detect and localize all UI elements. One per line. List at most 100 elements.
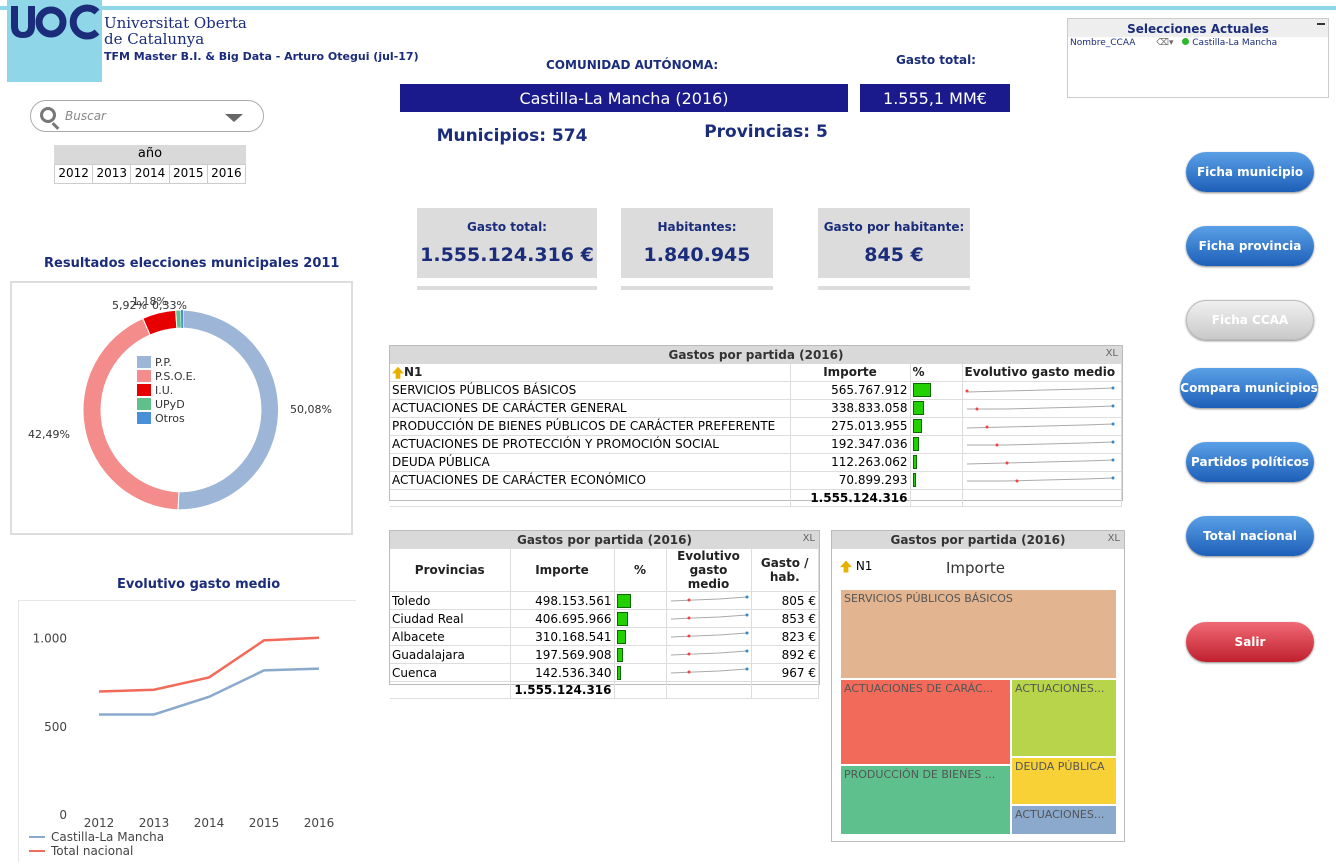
compara-municipios-button[interactable]: Compara municipios: [1180, 368, 1318, 408]
donut-slice-upyd: [175, 309, 182, 329]
comunidad-label: COMUNIDAD AUTÓNOMA:: [546, 58, 719, 72]
uoc-logo-mark: [11, 4, 100, 40]
x-tick-label: 2016: [304, 816, 335, 830]
column-header-evolutivo[interactable]: Evolutivo gasto medio: [666, 549, 752, 592]
legend-label-psoe: P.S.O.E.: [155, 370, 196, 383]
y-tick-label: 500: [44, 720, 67, 734]
table-row[interactable]: Cuenca 142.536.340 967 €: [390, 663, 819, 682]
treemap-cell[interactable]: ACTUACIONES...: [1011, 805, 1117, 835]
legend-label-otros: Otros: [155, 412, 185, 425]
drill-up-icon[interactable]: [392, 366, 404, 379]
ficha-provincia-button[interactable]: Ficha provincia: [1186, 226, 1314, 266]
row-sparkline: [962, 399, 1122, 418]
pct-label-psoe: 42,49%: [28, 428, 70, 441]
row-pct-bar: [910, 399, 963, 418]
year-option[interactable]: 2012: [55, 165, 94, 183]
total-nacional-button[interactable]: Total nacional: [1186, 516, 1314, 556]
row-pct-bar: [910, 435, 963, 454]
ficha-ccaa-button[interactable]: Ficha CCAA: [1186, 300, 1314, 340]
treemap-cell[interactable]: ACTUACIONES...: [1011, 679, 1117, 757]
row-sparkline: [962, 381, 1122, 400]
column-header-importe[interactable]: Importe: [790, 364, 911, 382]
year-option[interactable]: 2016: [208, 165, 245, 183]
legend-swatch-pp: [137, 356, 151, 368]
row-name: ACTUACIONES DE CARÁCTER GENERAL: [390, 399, 791, 418]
search-input[interactable]: Buscar: [65, 109, 106, 123]
table-row[interactable]: PRODUCCIÓN DE BIENES PÚBLICOS DE CARÁCTE…: [390, 417, 1122, 436]
export-xl-icon[interactable]: XL: [1106, 348, 1118, 359]
table-row[interactable]: Ciudad Real 406.695.966 853 €: [390, 609, 819, 628]
search-box[interactable]: Buscar: [30, 100, 264, 132]
table-row[interactable]: DEUDA PÚBLICA 112.263.062: [390, 453, 1122, 472]
table-row[interactable]: ACTUACIONES DE CARÁCTER GENERAL 338.833.0…: [390, 399, 1122, 418]
table-row[interactable]: ACTUACIONES DE CARÁCTER ECONÓMICO 70.899.…: [390, 471, 1122, 490]
column-header-gasto-hab[interactable]: Gasto / hab.: [751, 549, 819, 592]
table-gastos-partida: Gastos por partida (2016) XL N1 Importe …: [389, 345, 1123, 507]
series-line-total-nacional: [98, 636, 320, 693]
column-header-importe[interactable]: Importe: [510, 549, 615, 592]
ficha-municipio-button[interactable]: Ficha municipio: [1186, 152, 1314, 192]
x-tick-label: 2014: [194, 816, 225, 830]
legend-swatch-upyd: [137, 398, 151, 410]
year-option[interactable]: 2014: [131, 165, 170, 183]
row-importe: 565.767.912: [790, 381, 911, 400]
row-importe: 310.168.541: [510, 627, 615, 646]
treemap-title-text: Gastos por partida (2016): [890, 533, 1066, 547]
treemap-cell[interactable]: SERVICIOS PÚBLICOS BÁSICOS: [840, 589, 1117, 679]
row-name: SERVICIOS PÚBLICOS BÁSICOS: [390, 381, 791, 400]
year-option[interactable]: 2015: [170, 165, 208, 183]
table-row[interactable]: Toledo 498.153.561 805 €: [390, 591, 819, 610]
row-pct-bar: [910, 471, 963, 490]
provincias-count: Provincias: 5: [704, 122, 828, 142]
minimize-icon[interactable]: [1317, 23, 1325, 25]
export-xl-icon[interactable]: XL: [803, 533, 815, 544]
row-gasto-hab: 967 €: [751, 663, 819, 682]
column-header-evolutivo[interactable]: Evolutivo gasto medio: [962, 364, 1122, 382]
table-row[interactable]: ACTUACIONES DE PROTECCIÓN Y PROMOCIÓN SO…: [390, 435, 1122, 454]
project-subtitle: TFM Master B.I. & Big Data - Arturo Oteg…: [104, 50, 419, 63]
column-header-pct[interactable]: %: [910, 364, 963, 382]
row-sparkline: [962, 417, 1122, 436]
treemap-cell[interactable]: DEUDA PÚBLICA: [1011, 757, 1117, 805]
uoc-logo: [7, 0, 102, 82]
row-pct-bar: [614, 609, 667, 628]
treemap-cell[interactable]: PRODUCCIÓN DE BIENES ...: [840, 765, 1011, 835]
legend-label: Castilla-La Mancha: [51, 830, 164, 844]
row-pct-bar: [910, 417, 963, 436]
row-sparkline: [666, 609, 752, 628]
salir-button[interactable]: Salir: [1186, 622, 1314, 662]
eraser-icon[interactable]: ⌫▾: [1156, 38, 1173, 48]
export-xl-icon[interactable]: XL: [1108, 533, 1120, 544]
row-name: DEUDA PÚBLICA: [390, 453, 791, 472]
kpi-value: 1.840.945: [643, 244, 751, 266]
column-header-pct[interactable]: %: [614, 549, 667, 592]
treemap-dimension: N1: [840, 559, 872, 573]
x-tick-label: 2013: [139, 816, 170, 830]
row-importe: 112.263.062: [790, 453, 911, 472]
treemap-cell[interactable]: ACTUACIONES DE CARÁC...: [840, 679, 1011, 765]
row-pct-bar: [910, 453, 963, 472]
row-importe: 338.833.058: [790, 399, 911, 418]
legend-swatch-otros: [137, 412, 151, 424]
drill-up-icon[interactable]: [840, 560, 852, 573]
row-gasto-hab: 892 €: [751, 645, 819, 664]
table-row[interactable]: Guadalajara 197.569.908 892 €: [390, 645, 819, 664]
evolutivo-title: Evolutivo gasto medio: [117, 577, 281, 592]
column-header-n1[interactable]: N1: [404, 365, 422, 379]
row-sparkline: [666, 591, 752, 610]
column-header-provincias[interactable]: Provincias: [390, 549, 511, 592]
row-importe: 275.013.955: [790, 417, 911, 436]
year-option[interactable]: 2013: [93, 165, 132, 183]
table-row[interactable]: SERVICIOS PÚBLICOS BÁSICOS 565.767.912: [390, 381, 1122, 400]
search-icon: [40, 107, 56, 123]
row-name: Albacete: [390, 627, 511, 646]
region-title: Castilla-La Mancha (2016): [400, 84, 848, 112]
row-importe: 498.153.561: [510, 591, 615, 610]
table-total: 1.555.124.316: [790, 489, 911, 507]
row-sparkline: [962, 453, 1122, 472]
table-title: Gastos por partida (2016) XL: [390, 531, 819, 549]
partidos-politicos-button[interactable]: Partidos políticos: [1186, 442, 1314, 482]
table-row[interactable]: Albacete 310.168.541 823 €: [390, 627, 819, 646]
dropdown-arrow-icon[interactable]: [225, 114, 243, 122]
pct-label-otros: 0,33%: [152, 299, 187, 312]
